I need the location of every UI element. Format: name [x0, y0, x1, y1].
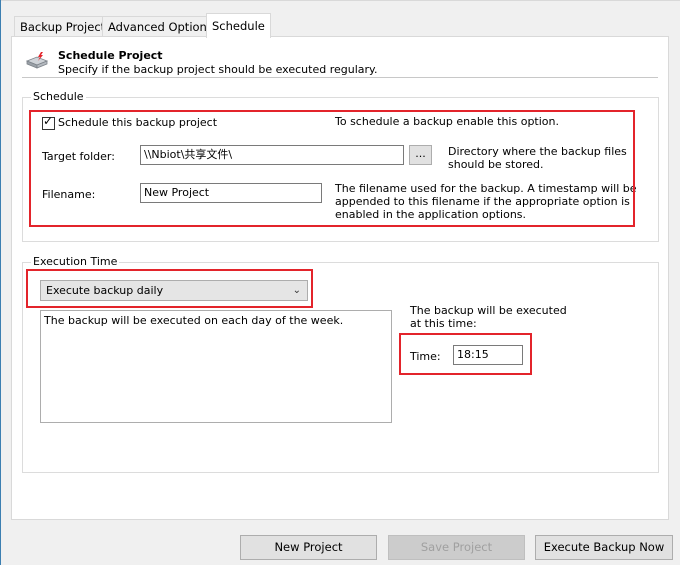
- schedule-enable-checkbox[interactable]: ✓: [42, 114, 55, 130]
- checkmark-icon: ✓: [43, 114, 54, 128]
- browse-folder-button[interactable]: ...: [409, 145, 432, 165]
- tab-advanced-options[interactable]: Advanced Options: [102, 16, 219, 37]
- execution-description-text: The backup will be executed on each day …: [44, 314, 344, 327]
- execution-description-box: The backup will be executed on each day …: [40, 310, 392, 423]
- schedule-panel: Schedule Project Specify if the backup p…: [11, 36, 669, 520]
- target-folder-input[interactable]: \\Nbiot\共享文件\: [140, 145, 404, 165]
- chevron-down-icon: ⌄: [292, 285, 301, 296]
- execute-backup-now-button[interactable]: Execute Backup Now: [535, 535, 673, 560]
- header-description: Specify if the backup project should be …: [58, 63, 378, 76]
- filename-hint-line2: appended to this filename if the appropr…: [335, 195, 630, 208]
- window-top-border: [0, 0, 680, 1]
- schedule-group-legend: Schedule: [31, 90, 86, 103]
- filename-hint-line3: enabled in the application options.: [335, 208, 527, 221]
- time-hint-line1: The backup will be executed: [410, 304, 567, 317]
- header-title: Schedule Project: [58, 49, 163, 62]
- filename-label: Filename:: [42, 188, 96, 201]
- filename-hint-line1: The filename used for the backup. A time…: [335, 182, 637, 195]
- execution-time-legend: Execution Time: [31, 255, 120, 268]
- schedule-enable-hint: To schedule a backup enable this option.: [335, 115, 559, 128]
- filename-input[interactable]: New Project: [140, 183, 322, 203]
- schedule-project-icon: [25, 51, 49, 71]
- header-divider: [22, 77, 658, 78]
- new-project-button[interactable]: New Project: [240, 535, 377, 560]
- time-label: Time:: [410, 350, 441, 363]
- time-input[interactable]: 18:15: [453, 345, 523, 365]
- schedule-enable-label[interactable]: Schedule this backup project: [58, 116, 217, 129]
- target-folder-label: Target folder:: [42, 150, 115, 163]
- tab-backup-project[interactable]: Backup Project: [14, 16, 112, 37]
- time-hint-line2: at this time:: [410, 317, 477, 330]
- window-left-border: [0, 0, 1, 565]
- target-folder-hint-line1: Directory where the backup files: [448, 145, 627, 158]
- tab-schedule[interactable]: Schedule: [206, 13, 271, 38]
- target-folder-hint-line2: should be stored.: [448, 158, 544, 171]
- execution-frequency-value: Execute backup daily: [46, 284, 164, 297]
- execution-frequency-select[interactable]: Execute backup daily ⌄: [40, 280, 308, 301]
- save-project-button[interactable]: Save Project: [388, 535, 525, 560]
